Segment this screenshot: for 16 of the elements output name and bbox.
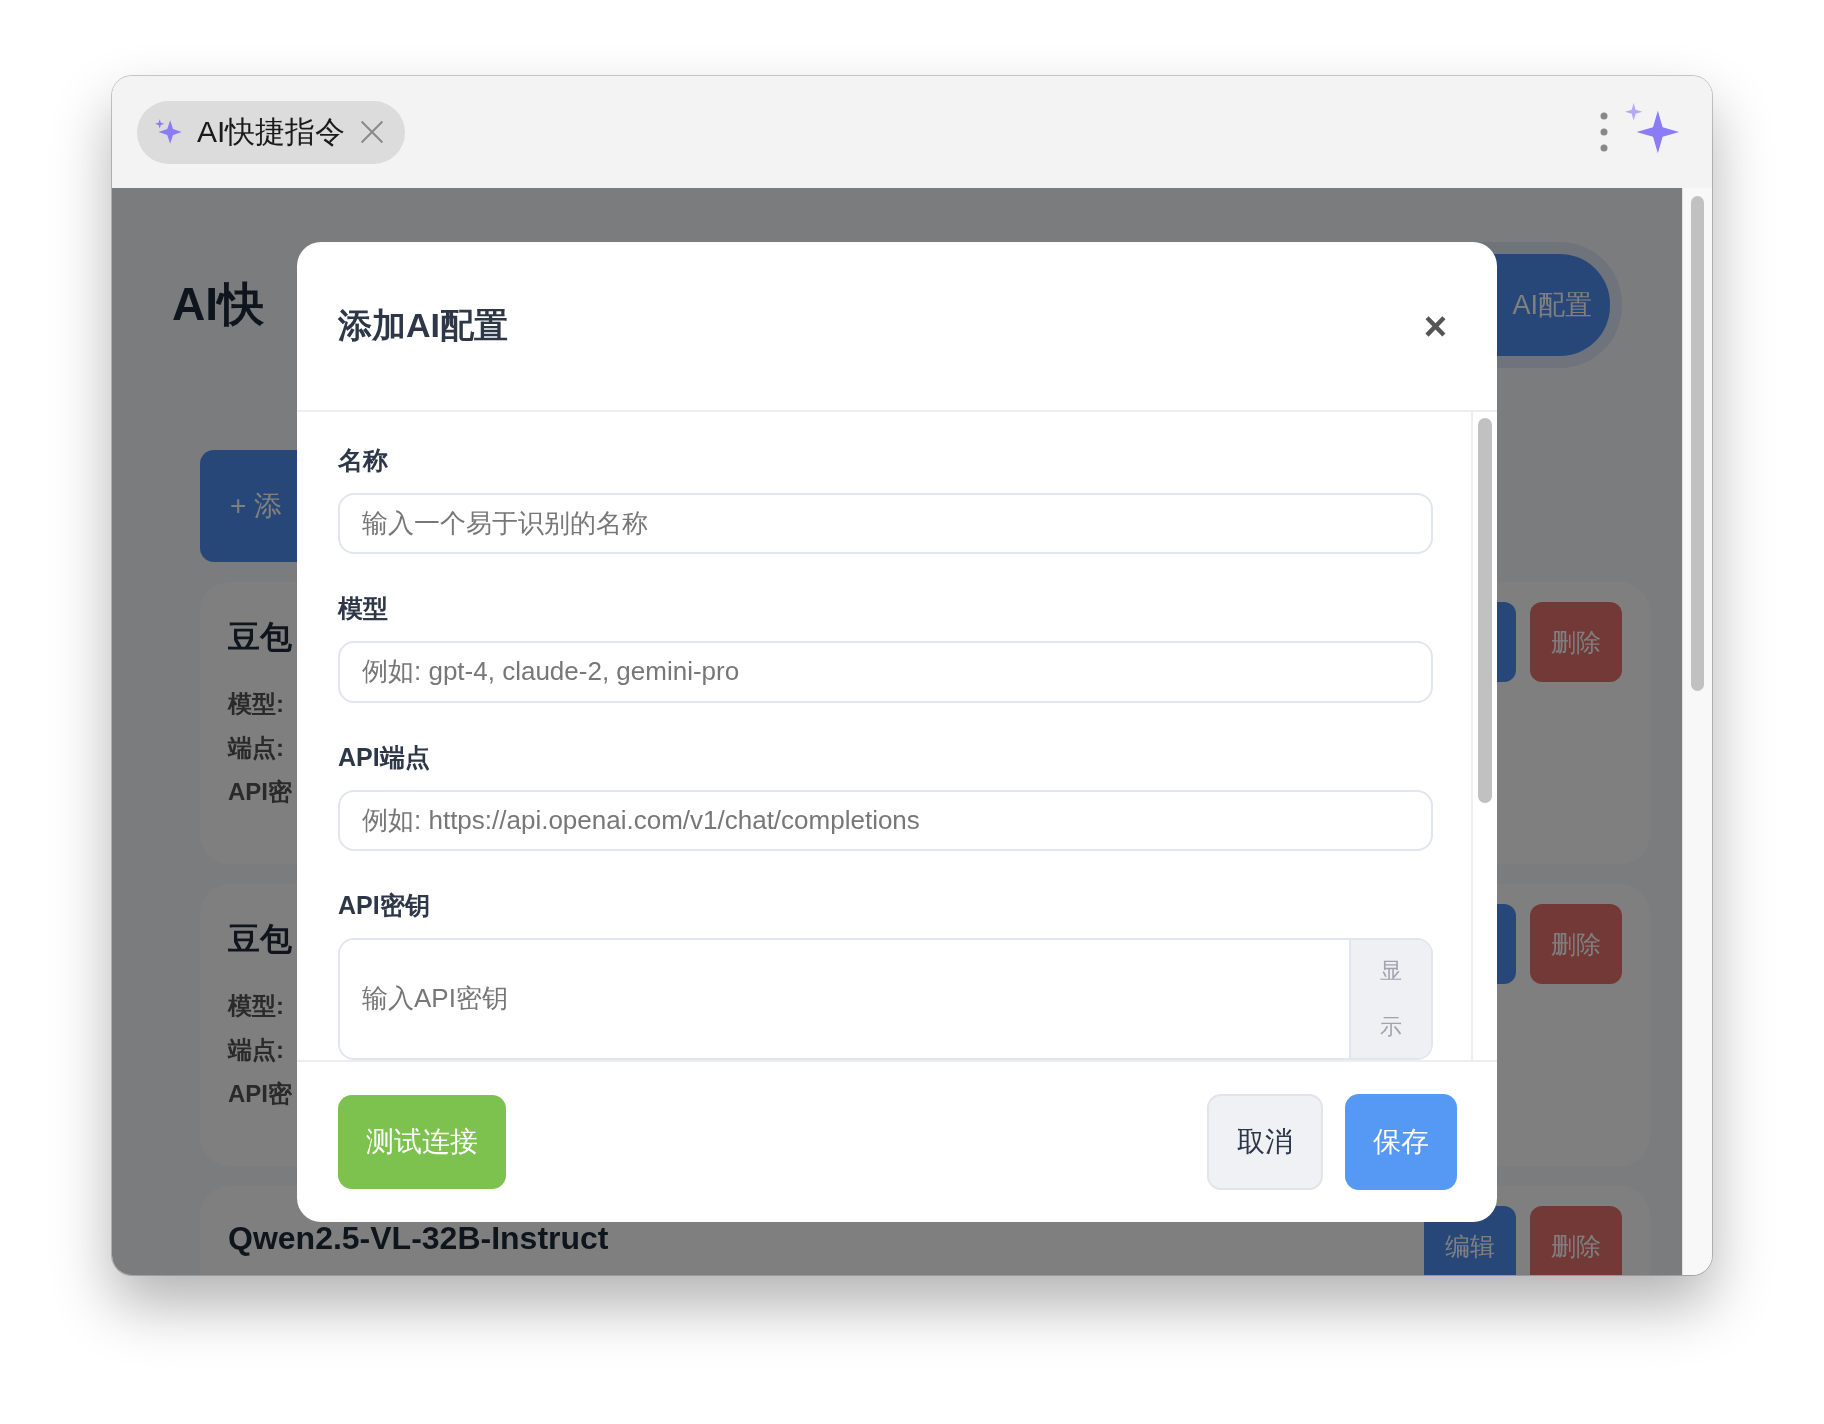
field-label: 端点:: [228, 733, 285, 763]
field-label: API密: [228, 1079, 292, 1109]
field-label: API密: [228, 777, 292, 807]
field-label: 模型:: [228, 689, 285, 719]
field-label: 端点:: [228, 1035, 285, 1065]
field-label: API端点: [338, 741, 431, 773]
card-title: Qwen2.5-VL-32B-Instruct: [228, 1220, 609, 1257]
tab-label: AI快捷指令: [197, 113, 346, 150]
field-label: 名称: [338, 445, 389, 476]
card-title: 豆包: [228, 618, 292, 657]
page-title: AI快: [172, 277, 264, 332]
field-label: API密钥: [338, 890, 431, 921]
field-label: 模型: [338, 593, 389, 625]
card-title: 豆包: [228, 920, 292, 959]
dialog-title: 添加AI配置: [338, 305, 508, 346]
field-label: 模型:: [228, 991, 285, 1021]
